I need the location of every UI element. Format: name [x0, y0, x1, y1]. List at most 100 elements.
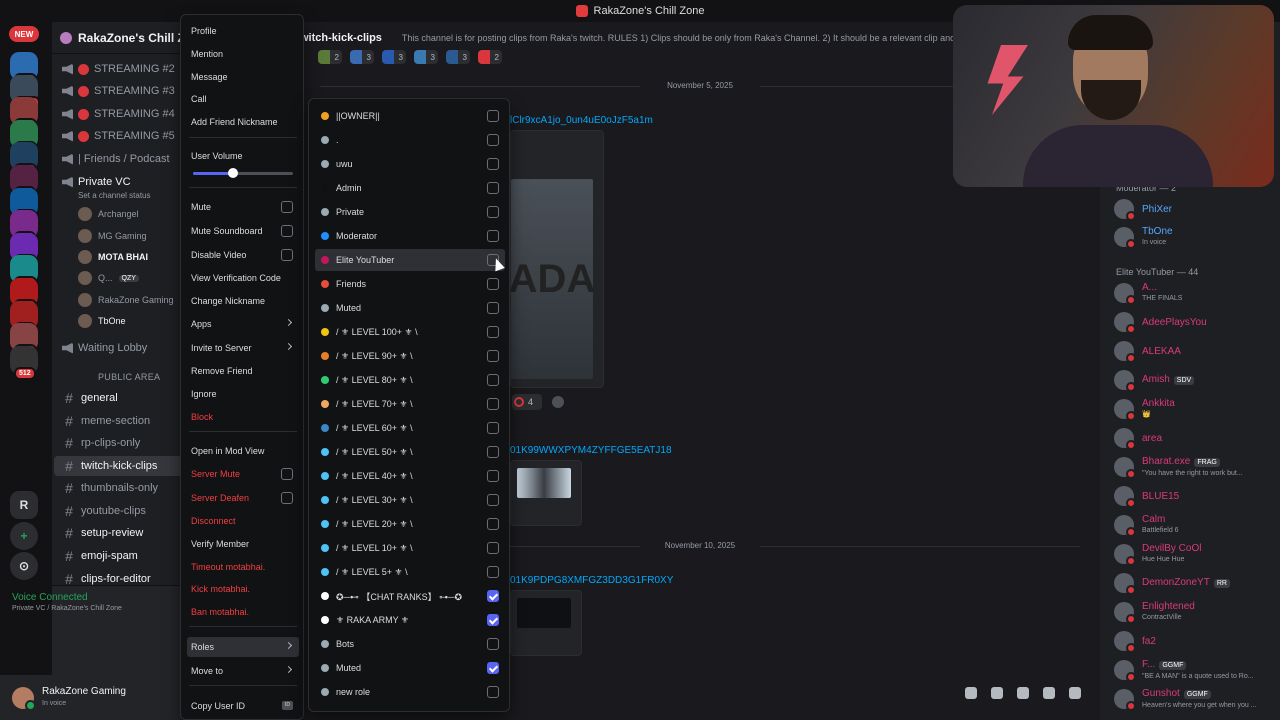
- role-item[interactable]: Friends: [315, 273, 505, 295]
- member-item[interactable]: DemonZoneYT RR: [1114, 570, 1230, 596]
- member-item[interactable]: Enlightened ContractVille: [1114, 599, 1195, 625]
- message-link[interactable]: lClr9xcA1jo_0un4uE0oJzF5a1m: [510, 115, 653, 126]
- reaction-chip[interactable]: 3: [350, 50, 374, 64]
- message-link[interactable]: 01K99WWXPYM4ZYFFGE5EATJ18: [510, 445, 672, 456]
- role-item[interactable]: / ⚜ LEVEL 70+ ⚜ \: [315, 393, 505, 415]
- role-item[interactable]: / ⚜ LEVEL 30+ ⚜ \: [315, 489, 505, 511]
- role-item[interactable]: ||OWNER||: [315, 105, 505, 127]
- role-checkbox[interactable]: [487, 662, 499, 674]
- channel-topic[interactable]: This channel is for posting clips from R…: [402, 33, 970, 43]
- reaction-chip[interactable]: 3: [414, 50, 438, 64]
- role-item[interactable]: Elite YouTuber: [315, 249, 505, 271]
- reaction-chip[interactable]: 3: [382, 50, 406, 64]
- role-item[interactable]: / ⚜ LEVEL 100+ ⚜ \: [315, 321, 505, 343]
- role-checkbox[interactable]: [487, 326, 499, 338]
- menu-timeout[interactable]: Timeout motabhai.: [187, 557, 299, 577]
- role-checkbox[interactable]: [487, 614, 499, 626]
- role-checkbox[interactable]: [487, 374, 499, 386]
- member-item[interactable]: BLUE15: [1114, 483, 1179, 509]
- user-avatar[interactable]: [12, 686, 36, 711]
- menu-invite-to-server[interactable]: Invite to Server: [187, 338, 299, 358]
- gif-icon[interactable]: [991, 687, 1003, 699]
- role-item[interactable]: uwu: [315, 153, 505, 175]
- voice-member[interactable]: MG Gaming: [78, 227, 147, 245]
- role-checkbox[interactable]: [487, 518, 499, 530]
- checkbox[interactable]: [281, 492, 293, 504]
- checkbox[interactable]: [281, 225, 293, 237]
- voice-member[interactable]: TbOne: [78, 312, 126, 330]
- add-reaction-icon[interactable]: [552, 396, 564, 408]
- voice-member[interactable]: MOTA BHAI: [78, 248, 148, 266]
- role-checkbox[interactable]: [487, 278, 499, 290]
- menu-verify-member[interactable]: Verify Member: [187, 534, 299, 554]
- role-checkbox[interactable]: [487, 686, 499, 698]
- role-item[interactable]: new role: [315, 681, 505, 703]
- member-item[interactable]: Bharat.exe FRAG "You have the right to wor…: [1114, 454, 1243, 480]
- member-item[interactable]: Gunshot GGMF Heaven's where you get when y…: [1114, 686, 1257, 712]
- menu-disable-video[interactable]: Disable Video: [187, 245, 299, 265]
- server-icon-r[interactable]: R: [10, 491, 38, 519]
- role-item[interactable]: Private: [315, 201, 505, 223]
- member-item[interactable]: Ankkita 👑: [1114, 396, 1175, 422]
- member-item[interactable]: area: [1114, 425, 1162, 451]
- menu-apps[interactable]: Apps: [187, 314, 299, 334]
- user-volume-slider[interactable]: [193, 168, 293, 178]
- checkbox[interactable]: [281, 468, 293, 480]
- menu-mute[interactable]: Mute: [187, 197, 299, 217]
- role-item[interactable]: / ⚜ LEVEL 60+ ⚜ \: [315, 417, 505, 439]
- reaction-chip[interactable]: 4: [512, 394, 542, 410]
- menu-profile[interactable]: Profile: [187, 21, 299, 41]
- role-checkbox[interactable]: [487, 398, 499, 410]
- role-checkbox[interactable]: [487, 134, 499, 146]
- member-item[interactable]: fa2: [1114, 628, 1156, 654]
- member-item[interactable]: TbOne In voice: [1114, 224, 1173, 250]
- role-checkbox[interactable]: [487, 230, 499, 242]
- role-checkbox[interactable]: [487, 566, 499, 578]
- role-checkbox[interactable]: [487, 638, 499, 650]
- role-checkbox[interactable]: [487, 206, 499, 218]
- new-badge[interactable]: NEW: [9, 26, 39, 42]
- menu-call[interactable]: Call: [187, 89, 299, 109]
- role-checkbox[interactable]: [487, 110, 499, 122]
- role-checkbox[interactable]: [487, 350, 499, 362]
- voice-member[interactable]: Q... QZY: [78, 269, 139, 287]
- menu-mute-soundboard[interactable]: Mute Soundboard: [187, 221, 299, 241]
- clip-thumbnail[interactable]: [517, 468, 571, 498]
- reaction-chip[interactable]: 2: [478, 50, 502, 64]
- voice-member[interactable]: Archangel: [78, 205, 139, 223]
- role-item[interactable]: ⚜ RAKA ARMY ⚜: [315, 609, 505, 631]
- voice-location[interactable]: Private VC / RakaZone's Chill Zone: [12, 605, 122, 612]
- member-item[interactable]: ALEKAA: [1114, 338, 1181, 364]
- menu-message[interactable]: Message: [187, 67, 299, 87]
- menu-kick[interactable]: Kick motabhai.: [187, 579, 299, 599]
- menu-copy-user-id[interactable]: Copy User ID ID: [187, 696, 299, 716]
- reaction-chip[interactable]: 2: [318, 50, 342, 64]
- role-item[interactable]: Admin: [315, 177, 505, 199]
- member-item[interactable]: Amish SDV: [1114, 367, 1195, 393]
- menu-disconnect[interactable]: Disconnect: [187, 511, 299, 531]
- member-item[interactable]: F... GGMF "BE A MAN" is a quote used to Ro…: [1114, 657, 1254, 683]
- menu-view-verification-code[interactable]: View Verification Code: [187, 268, 299, 288]
- member-item[interactable]: A... THE FINALS: [1114, 280, 1182, 306]
- slider-knob[interactable]: [228, 168, 238, 178]
- checkbox[interactable]: [281, 201, 293, 213]
- role-checkbox[interactable]: [487, 494, 499, 506]
- member-item[interactable]: AdeePlaysYou: [1114, 309, 1207, 335]
- role-item[interactable]: Muted: [315, 657, 505, 679]
- role-checkbox[interactable]: [487, 446, 499, 458]
- role-checkbox[interactable]: [487, 302, 499, 314]
- menu-open-mod-view[interactable]: Open in Mod View: [187, 441, 299, 461]
- menu-move-to[interactable]: Move to: [187, 661, 299, 681]
- role-checkbox[interactable]: [487, 590, 499, 602]
- role-item[interactable]: / ⚜ LEVEL 5+ ⚜ \: [315, 561, 505, 583]
- menu-server-mute[interactable]: Server Mute: [187, 464, 299, 484]
- role-checkbox[interactable]: [487, 182, 499, 194]
- role-item[interactable]: / ⚜ LEVEL 10+ ⚜ \: [315, 537, 505, 559]
- menu-mention[interactable]: Mention: [187, 44, 299, 64]
- menu-ban[interactable]: Ban motabhai.: [187, 602, 299, 622]
- reaction-chip[interactable]: 3: [446, 50, 470, 64]
- menu-ignore[interactable]: Ignore: [187, 384, 299, 404]
- role-item[interactable]: .: [315, 129, 505, 151]
- sticker-icon[interactable]: [1017, 687, 1029, 699]
- member-item[interactable]: PhiXer: [1114, 196, 1172, 222]
